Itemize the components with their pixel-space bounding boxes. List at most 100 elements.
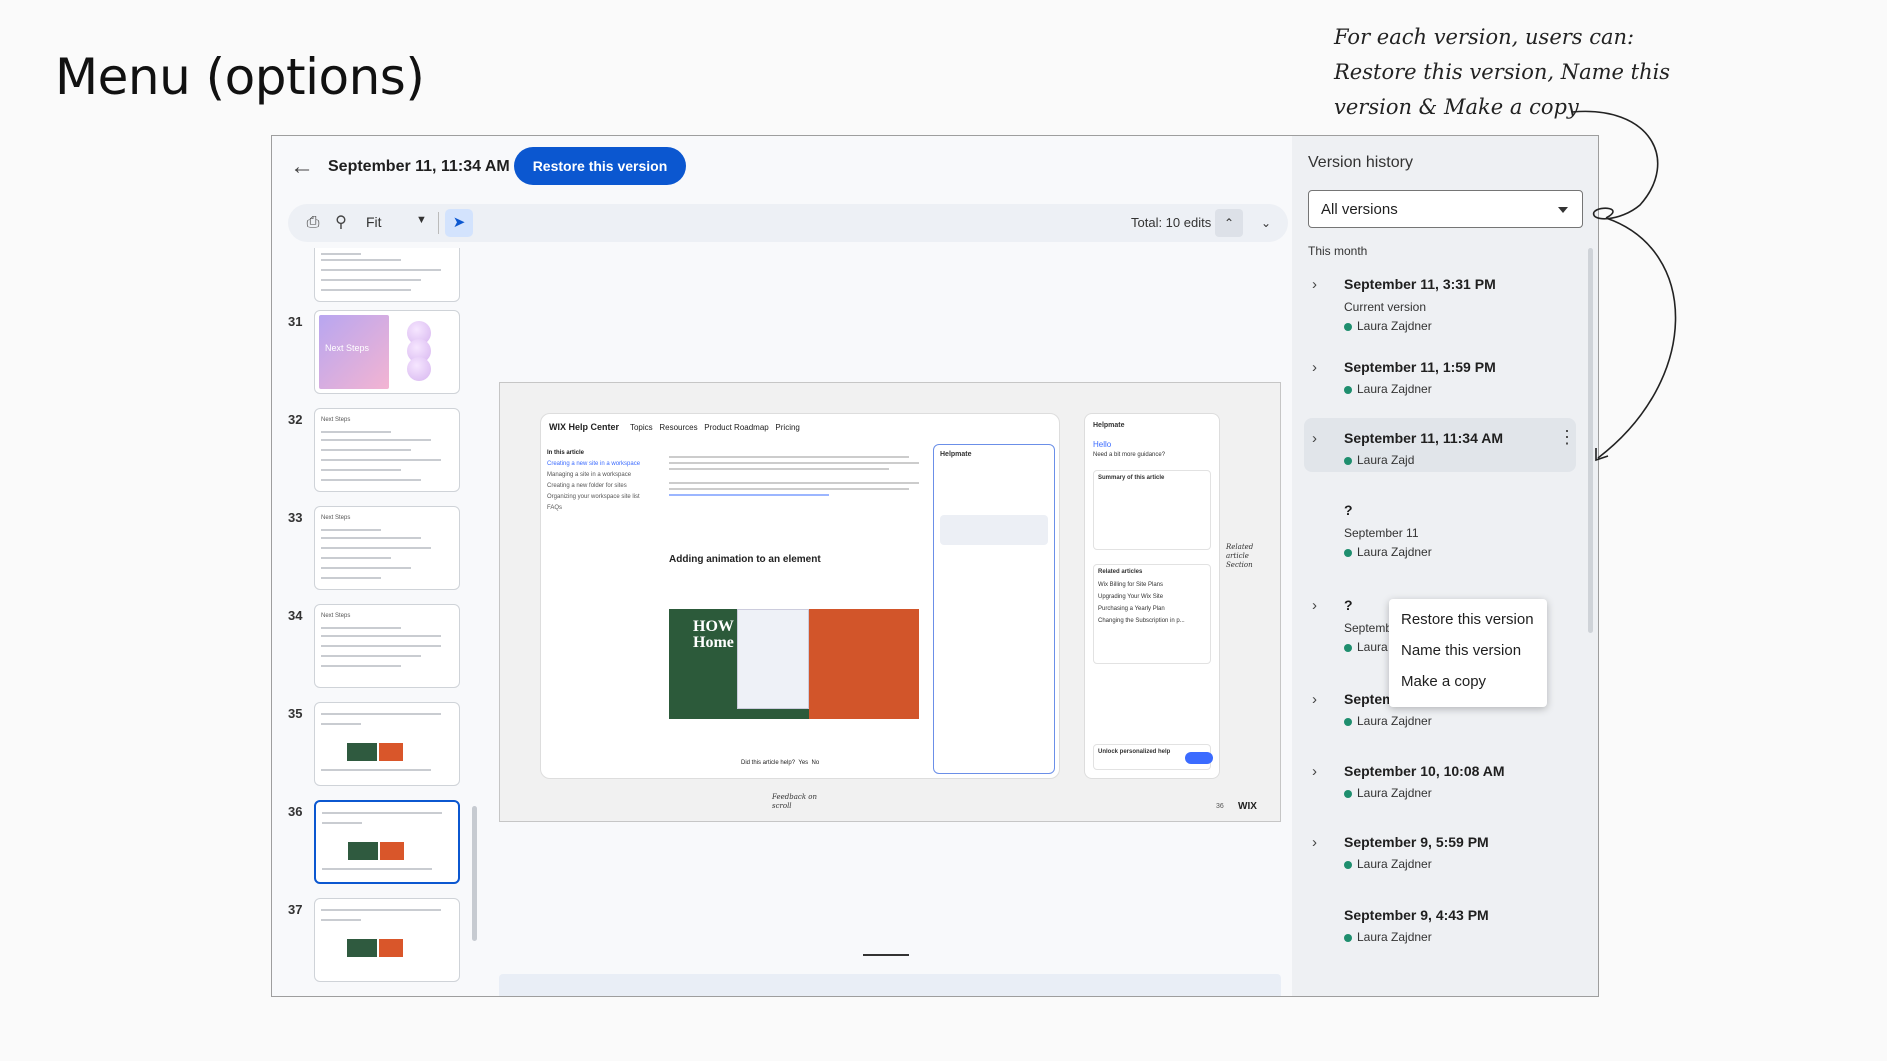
version-author: Laura Zajdner (1357, 857, 1432, 871)
section-label: This month (1308, 244, 1368, 258)
version-filter-select[interactable]: All versions (1308, 190, 1583, 228)
version-date: ? (1344, 597, 1353, 613)
thumbnail-row[interactable] (272, 248, 462, 302)
slide-thumbnail[interactable]: Next Steps (314, 506, 460, 590)
slide-thumbnail[interactable] (314, 898, 460, 982)
mock-helpmate-panel: Helpmate (933, 444, 1055, 774)
mock-image-panel (737, 609, 809, 709)
version-options-menu: Restore this version Name this version M… (1389, 599, 1547, 707)
menu-name-version[interactable]: Name this version (1401, 642, 1521, 659)
mock-nav: WIX Help Center Topics Resources Product… (549, 422, 800, 432)
slide-thumbnail[interactable] (314, 702, 460, 786)
annotation-line: version & Make a copy (1334, 95, 1579, 119)
slide-title: Menu (options) (55, 48, 425, 106)
thumbnail-number: 31 (288, 314, 303, 329)
chevron-right-icon[interactable]: › (1312, 834, 1317, 851)
thumbnail-row[interactable]: 36 (272, 800, 462, 884)
version-author: Laura Zajdner (1357, 714, 1432, 728)
print-icon[interactable]: ⎙ (302, 212, 324, 234)
mock-feedback: Did this article help? Yes No (741, 760, 820, 766)
version-item[interactable]: › September 11, 1:59 PM Laura Zajdner (1304, 347, 1576, 399)
chevron-right-icon[interactable]: › (1312, 691, 1317, 708)
zoom-icon[interactable]: ⚲ (330, 212, 352, 234)
version-date: September 11, 1:59 PM (1344, 359, 1496, 375)
chevron-right-icon[interactable]: › (1312, 763, 1317, 780)
chevron-right-icon[interactable]: › (1312, 597, 1317, 614)
mock-login-button (1185, 752, 1213, 764)
version-date-title: September 11, 11:34 AM (328, 158, 510, 175)
version-item[interactable]: › September 9, 5:59 PM Laura Zajdner (1304, 822, 1576, 874)
chevron-right-icon[interactable]: › (1312, 359, 1317, 376)
wix-logo: WIX (1238, 801, 1257, 812)
version-author: Laura Zajdner (1357, 930, 1432, 944)
menu-make-copy[interactable]: Make a copy (1401, 673, 1486, 690)
slide-thumbnail-selected[interactable] (314, 800, 460, 884)
thumbnail-label: Next Steps (321, 515, 351, 521)
thumbnail-number: 35 (288, 706, 303, 721)
thumbnail-row[interactable]: 35 (272, 702, 462, 786)
thumbnail-number: 34 (288, 608, 303, 623)
handwritten-annotation: For each version, users can: Restore thi… (1334, 20, 1694, 125)
version-list-scrollbar[interactable] (1588, 248, 1593, 633)
version-history-window: ← September 11, 11:34 AM Restore this ve… (271, 135, 1599, 997)
slide-page: Menu (options) For each version, users c… (0, 0, 1887, 1061)
version-item[interactable]: › September 10, 10:08 AM Laura Zajdner (1304, 751, 1576, 803)
thumbnail-row[interactable]: 33 Next Steps (272, 506, 462, 590)
chevron-down-icon[interactable]: ⌄ (1252, 209, 1280, 237)
panel-title: Version history (1308, 154, 1413, 171)
more-vert-icon[interactable]: ⋮ (1558, 426, 1576, 450)
chevron-down-icon[interactable]: ▼ (416, 214, 427, 226)
chevron-right-icon[interactable]: › (1312, 276, 1317, 293)
slide-thumbnail[interactable]: Next Steps (314, 310, 460, 394)
version-item[interactable]: › September 11, 3:31 PM Current version … (1304, 264, 1576, 333)
version-sub: Current version (1344, 300, 1427, 314)
page-indicator (863, 954, 909, 956)
thumbnail-row[interactable]: 31 Next Steps (272, 310, 462, 394)
restore-version-button[interactable]: Restore this version (514, 147, 686, 185)
top-bar: ← September 11, 11:34 AM Restore this ve… (272, 136, 1292, 198)
version-item[interactable]: ? September 11 Laura Zajdner (1304, 490, 1576, 560)
chevron-right-icon[interactable]: › (1312, 430, 1317, 447)
version-author: Laura Zajd (1357, 453, 1415, 467)
mock-image-orange (809, 609, 919, 719)
thumbnail-scrollbar[interactable] (472, 806, 477, 941)
toolbar-divider (438, 212, 439, 234)
slide-thumbnail[interactable] (314, 248, 460, 302)
version-item-selected[interactable]: › September 11, 11:34 AM ⋮ Laura Zajd (1304, 418, 1576, 472)
mock-helpmate-card: Helpmate Hello Need a bit more guidance?… (1084, 413, 1220, 779)
thumbnail-row[interactable]: 37 (272, 898, 462, 982)
thumbnail-row[interactable]: 32 Next Steps (272, 408, 462, 492)
version-author: Laura Zajdner (1357, 319, 1432, 333)
thumbnail-label: Next Steps (321, 417, 351, 423)
total-edits: Total: 10 edits (1131, 215, 1212, 230)
mock-body-lines (669, 448, 929, 500)
arrow-to-kebab (1597, 217, 1677, 459)
version-author: Laura Zajdner (1357, 545, 1432, 559)
help-center-mock: WIX Help Center Topics Resources Product… (540, 413, 1060, 779)
arrow-left-icon[interactable]: ← (288, 154, 316, 182)
version-date: September 9, 4:43 PM (1344, 907, 1489, 923)
slide-thumbnail[interactable]: Next Steps (314, 604, 460, 688)
version-item[interactable]: September 9, 4:43 PM Laura Zajdner (1304, 895, 1576, 947)
version-author: Laura Zajdner (1357, 382, 1432, 396)
menu-restore-version[interactable]: Restore this version (1401, 611, 1534, 628)
version-author: Laura Zajdner (1357, 786, 1432, 800)
next-slide-peek (499, 974, 1281, 996)
thumbnail-label: Next Steps (325, 343, 370, 353)
thumbnail-row[interactable]: 34 Next Steps (272, 604, 462, 688)
version-date: September 10, 10:08 AM (1344, 763, 1505, 779)
slide-preview: WIX Help Center Topics Resources Product… (499, 382, 1281, 822)
version-sub: September 11 (1344, 526, 1419, 540)
zoom-select[interactable]: Fit (366, 214, 382, 230)
filter-value: All versions (1321, 201, 1398, 218)
slide-thumbnail[interactable]: Next Steps (314, 408, 460, 492)
cursor-icon[interactable]: ➤ (445, 209, 473, 237)
chevron-up-icon[interactable]: ⌃ (1215, 209, 1243, 237)
version-date: ? (1344, 502, 1353, 518)
thumbnail-number: 36 (288, 804, 303, 819)
version-date: September 9, 5:59 PM (1344, 834, 1489, 850)
thumbnail-label: Next Steps (321, 613, 351, 619)
slide-page-number: 36 (1216, 803, 1224, 810)
annotation-line: For each version, users can: (1334, 25, 1635, 49)
mock-heading: Adding animation to an element (669, 554, 821, 565)
